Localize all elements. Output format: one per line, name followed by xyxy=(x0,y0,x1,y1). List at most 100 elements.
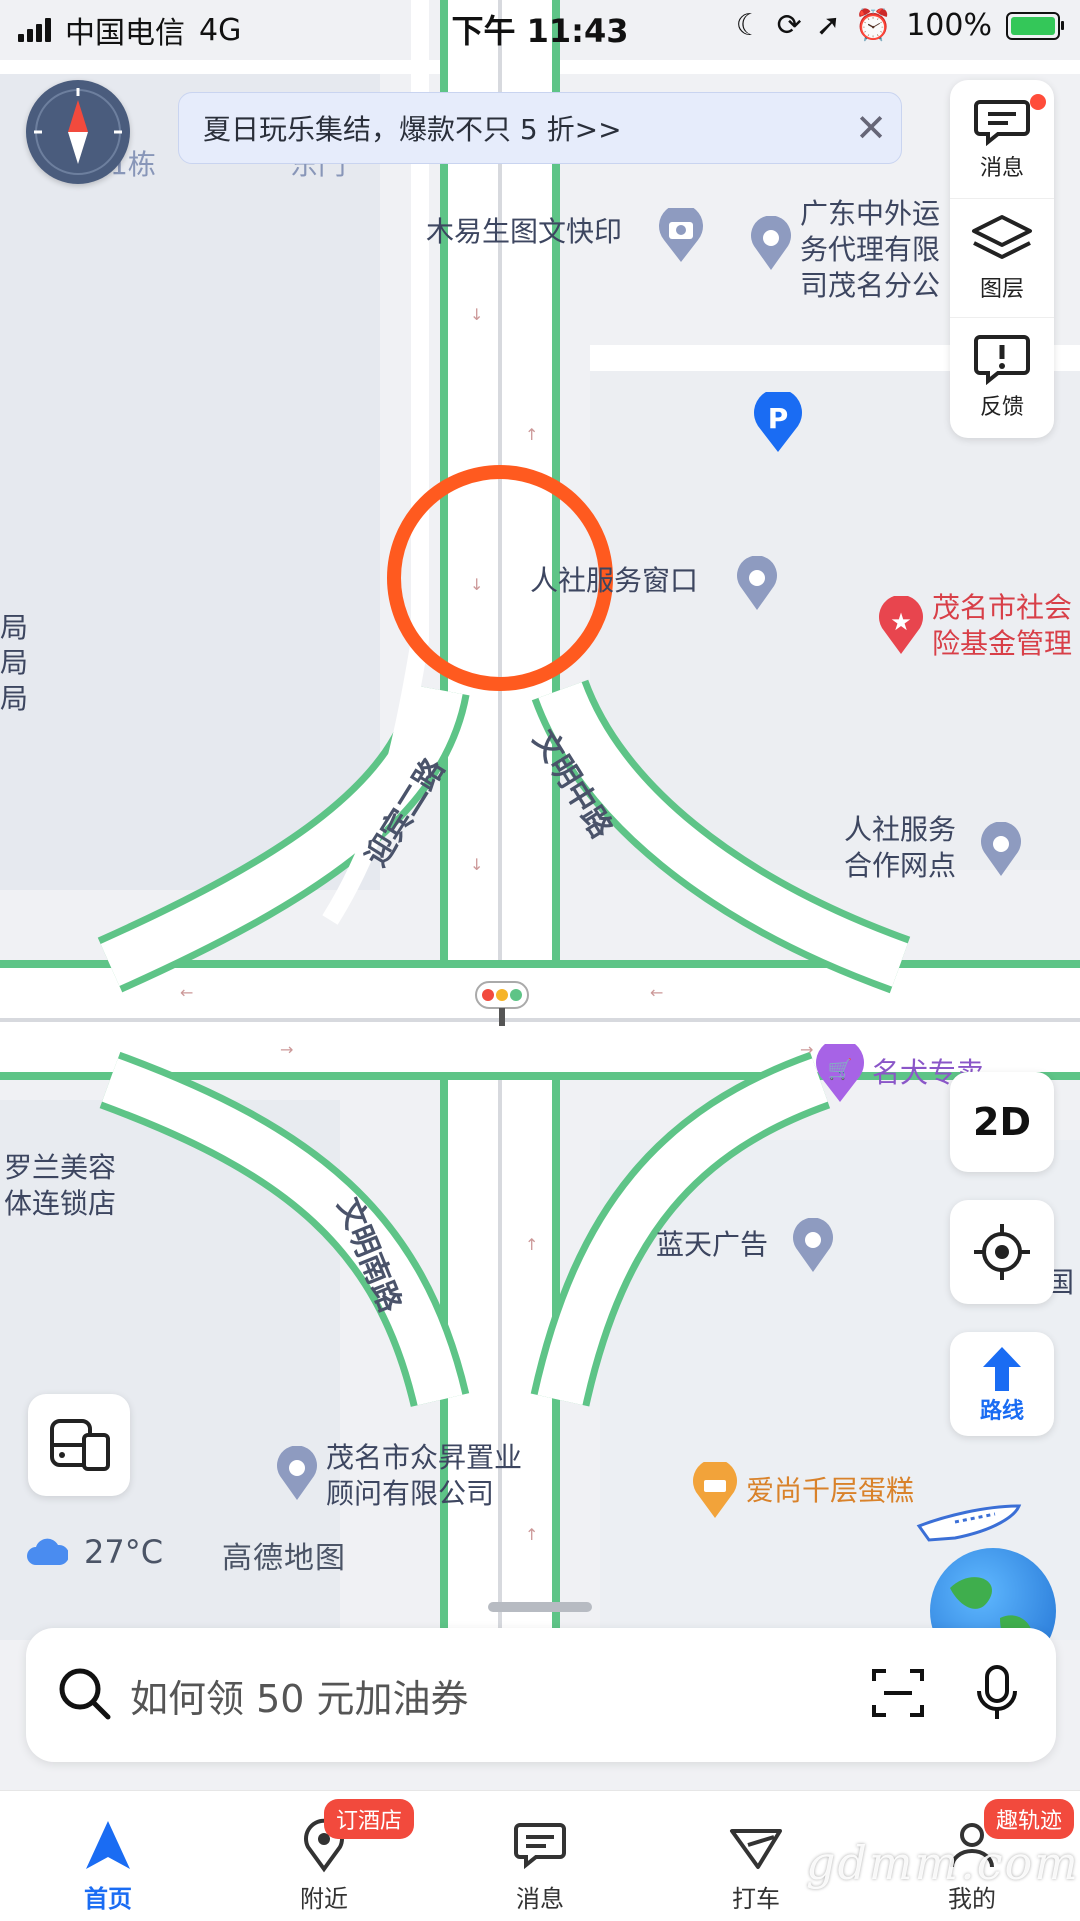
poi-label[interactable]: 爱尚千层蛋糕 xyxy=(746,1474,914,1508)
poi-label[interactable]: 罗兰美容 体连锁店 xyxy=(4,1150,116,1222)
promo-banner-text[interactable]: 夏日玩乐集结，爆款不只 5 折>> xyxy=(203,108,841,148)
svg-text:↑: ↑ xyxy=(525,1235,538,1254)
poi-line: 体连锁店 xyxy=(4,1187,117,1220)
poi-line: 险基金管理 xyxy=(932,627,1073,660)
message-icon xyxy=(514,1823,566,1870)
transit-button[interactable] xyxy=(28,1394,130,1496)
poi-label[interactable]: 茂名市社会 险基金管理 xyxy=(932,590,1072,662)
layers-icon xyxy=(972,215,1032,259)
battery-icon xyxy=(1006,11,1064,40)
svg-text:→: → xyxy=(280,1040,293,1059)
shopping-cart-icon[interactable]: 🛒 xyxy=(814,1044,866,1104)
search-input[interactable]: 如何领 50 元加油券 xyxy=(130,1668,870,1723)
compass-icon xyxy=(34,88,122,175)
message-icon xyxy=(974,100,1030,146)
poi-label: 局 xyxy=(0,646,29,679)
tab-nearby-label: 附近 xyxy=(300,1885,348,1913)
tab-nearby[interactable]: 附近 订酒店 xyxy=(216,1791,432,1921)
airplane-icon[interactable] xyxy=(915,1492,1025,1552)
poi-label[interactable]: 人社服务 合作网点 xyxy=(844,812,956,884)
svg-text:←: ← xyxy=(180,983,193,1002)
route-arrow-icon xyxy=(983,1347,1021,1391)
svg-text:↑: ↑ xyxy=(525,1525,538,1544)
navigation-arrow-icon xyxy=(86,1821,130,1869)
svg-text:→: → xyxy=(800,1040,813,1059)
sheet-drag-handle[interactable] xyxy=(488,1602,592,1612)
tab-messages-label: 消息 xyxy=(516,1885,564,1913)
svg-text:←: ← xyxy=(650,983,663,1002)
close-icon[interactable]: ✕ xyxy=(841,106,901,150)
poi-line: 广东中外运 xyxy=(800,197,941,230)
layers-button[interactable]: 图层 xyxy=(950,199,1054,318)
poi-label[interactable]: 广东中外运 务代理有限 司茂名分公 xyxy=(800,196,940,304)
search-icon xyxy=(56,1665,112,1725)
microphone-icon[interactable] xyxy=(974,1663,1020,1727)
feedback-button[interactable]: 反馈 xyxy=(950,318,1054,436)
view-mode-toggle[interactable]: 2D xyxy=(950,1072,1054,1172)
scan-icon[interactable] xyxy=(870,1665,926,1725)
weather-widget[interactable]: 27°C xyxy=(26,1533,163,1571)
poi-label[interactable]: 茂名市众昇置业 顾问有限公司 xyxy=(326,1440,522,1512)
poi-line: 罗兰美容 xyxy=(4,1151,117,1184)
moon-icon: ☾ xyxy=(735,8,763,43)
camera-poi-icon[interactable] xyxy=(656,208,706,264)
location-pin-icon[interactable] xyxy=(274,1446,320,1502)
track-badge: 趣轨迹 xyxy=(984,1799,1075,1839)
location-pin-icon[interactable] xyxy=(978,822,1024,878)
poi-label[interactable]: 木易生图文快印 xyxy=(426,215,622,249)
poi-line: 茂名市众昇置业 xyxy=(326,1441,523,1474)
government-star-icon[interactable]: ★ xyxy=(876,596,926,656)
svg-text:↑: ↑ xyxy=(525,425,538,444)
locate-me-button[interactable] xyxy=(950,1200,1054,1304)
alarm-icon: ⏰ xyxy=(854,8,893,43)
cake-icon[interactable] xyxy=(690,1462,740,1520)
svg-text:↓: ↓ xyxy=(470,855,483,874)
poi-label: 局 xyxy=(0,611,29,644)
taxi-icon xyxy=(730,1829,782,1869)
location-pin-icon[interactable] xyxy=(748,216,794,272)
poi-line: 人社服务 xyxy=(844,813,957,846)
map-brand-logo: 高德地图 xyxy=(222,1541,346,1576)
route-button[interactable]: 路线 xyxy=(950,1332,1054,1436)
tab-home[interactable]: 首页 xyxy=(0,1791,216,1921)
watermark: gdmm.com xyxy=(806,1836,1080,1890)
poi-label: 局 xyxy=(0,682,29,715)
location-arrow-icon: ➚ xyxy=(815,8,841,43)
poi-line: 合作网点 xyxy=(844,849,957,882)
messages-button[interactable]: 消息 xyxy=(950,80,1054,199)
map-tools-panel: 消息 图层 反馈 xyxy=(950,80,1054,438)
hotel-badge: 订酒店 xyxy=(324,1799,415,1839)
promo-banner[interactable]: 夏日玩乐集结，爆款不只 5 折>> ✕ xyxy=(178,92,902,164)
location-pin-icon[interactable] xyxy=(790,1218,836,1274)
compass-button[interactable] xyxy=(26,80,130,184)
poi-label[interactable]: 蓝天广告 xyxy=(656,1228,768,1262)
notification-dot xyxy=(1030,94,1046,110)
poi-line: 司茂名分公 xyxy=(800,269,941,302)
poi-line: 茂名市社会 xyxy=(932,591,1073,624)
location-pin-icon[interactable] xyxy=(734,556,780,612)
bus-icon xyxy=(50,1419,110,1471)
crosshair-icon xyxy=(974,1224,1030,1280)
svg-text:★: ★ xyxy=(890,608,912,636)
poi-line: 务代理有限 xyxy=(800,233,941,266)
rotation-lock-icon: ⟳ xyxy=(776,8,802,43)
svg-text:🛒: 🛒 xyxy=(828,1057,853,1081)
status-bar: 中国电信 4G 下午 11:43 ☾ ⟳ ➚ ⏰ 100% xyxy=(0,0,1080,56)
tab-messages[interactable]: 消息 xyxy=(432,1791,648,1921)
svg-text:P: P xyxy=(768,402,789,435)
route-label: 路线 xyxy=(979,1399,1024,1424)
messages-label: 消息 xyxy=(979,156,1024,181)
temperature: 27°C xyxy=(84,1533,164,1571)
search-bar[interactable]: 如何领 50 元加油券 xyxy=(26,1628,1056,1762)
layers-label: 图层 xyxy=(979,277,1024,302)
parking-icon[interactable]: P xyxy=(752,392,804,454)
cloud-icon xyxy=(27,1538,68,1565)
poi-line: 顾问有限公司 xyxy=(326,1477,495,1510)
feedback-label: 反馈 xyxy=(979,395,1024,420)
tab-home-label: 首页 xyxy=(84,1885,132,1913)
tab-taxi-label: 打车 xyxy=(732,1885,780,1913)
feedback-icon xyxy=(974,335,1030,385)
battery-percent: 100% xyxy=(906,8,992,43)
svg-text:↓: ↓ xyxy=(470,305,483,324)
poi-label[interactable]: 人社服务窗口 xyxy=(530,564,698,598)
